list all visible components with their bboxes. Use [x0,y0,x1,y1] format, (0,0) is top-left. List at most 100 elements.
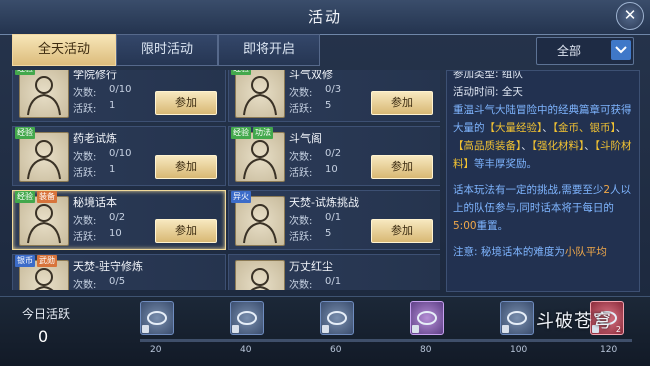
reward-exp: 【大量经验】 [484,122,543,134]
join-button[interactable]: 参加 [371,219,433,243]
activity-tags: 异火 [231,191,251,203]
activity-points-row: 活跃: 10 [73,228,122,243]
activity-tag: 经验 [15,70,35,75]
count-value: 0/10 [109,148,132,159]
description-tail: 等丰厚奖励。 [474,158,537,170]
reset-time: 5:00 [453,220,477,232]
tab-all-day[interactable]: 全天活动 [12,34,116,66]
close-button[interactable]: ✕ [616,2,644,30]
activity-card[interactable]: 万丈红尘 次数: 0/1 [228,254,440,290]
activity-tag: 经验 [15,191,35,203]
points-label: 活跃: [73,104,97,115]
count-label: 次数: [73,152,97,163]
tab-upcoming[interactable]: 即将开启 [218,34,320,66]
reward-chest[interactable] [230,301,264,335]
activity-points-row: 活跃: 5 [289,100,331,115]
daily-activity-bar: 今日活跃 0 20 40 60 80 100 2 120 斗破苍穹 [0,296,650,366]
activity-tag: 银币 [15,255,35,267]
activity-portrait [235,196,285,246]
activity-card[interactable]: 经验 药老试炼 次数: 0/10 活跃: 1 参加 [12,126,226,186]
points-label: 活跃: [73,232,97,243]
filter-selected: 全部 [556,44,581,58]
lock-icon [322,325,329,333]
activity-portrait [19,132,69,182]
activity-name: 药老试炼 [73,132,117,145]
count-label: 次数: [289,88,313,99]
join-button[interactable]: 参加 [155,91,217,115]
points-label: 活跃: [289,104,313,115]
activity-list[interactable]: 经验 学院修行 次数: 0/10 活跃: 1 参加 经验 斗气双修 次数: 0/3 活… [12,70,440,290]
milestone-label: 40 [240,345,252,355]
activity-card[interactable]: 经验 功法 斗气阁 次数: 0/2 活跃: 10 参加 [228,126,440,186]
points-label: 活跃: [289,168,313,179]
window-title: 活动 [307,8,342,26]
character-portrait-icon [243,204,277,244]
activity-portrait [235,70,285,118]
activity-name: 秘境话本 [73,196,117,209]
activity-tag: 功法 [253,127,273,139]
activity-card[interactable]: 经验 学院修行 次数: 0/10 活跃: 1 参加 [12,70,226,122]
activity-note: 注意: 秘境话本的难度为小队平均 [447,243,639,261]
count-value: 0/2 [109,212,126,223]
milestone-label: 80 [420,345,432,355]
participation-type: 参加类型: 组队 [453,70,523,80]
milestone-label: 120 [600,345,618,355]
reward-count: 2 [615,325,621,334]
count-label: 次数: [289,216,313,227]
join-button[interactable]: 参加 [155,155,217,179]
activity-card[interactable]: 经验 斗气双修 次数: 0/3 活跃: 5 参加 [228,70,440,122]
character-portrait-icon [243,76,277,116]
count-value: 0/1 [325,212,342,223]
reward-chest[interactable] [140,301,174,335]
count-value: 0/10 [109,84,132,95]
lock-icon [232,325,239,333]
game-logo: 斗破苍穹 [536,311,612,332]
reward-chest[interactable] [320,301,354,335]
points-value: 5 [325,100,332,111]
reward-chest[interactable] [410,301,444,335]
separator: 、 [542,122,553,134]
separator: 、 [584,140,595,152]
rule-text: 重置。 [476,220,509,232]
activity-count-row: 次数: 0/2 [73,212,125,227]
activity-count-row: 次数: 0/10 [73,84,131,99]
join-button[interactable]: 参加 [371,155,433,179]
filter-dropdown[interactable]: 全部 [536,37,634,65]
separator: 、 [521,140,532,152]
activity-tags: 经验 [15,70,35,75]
count-label: 次数: [289,280,313,290]
tab-limited-time[interactable]: 限时活动 [116,34,218,66]
reward-chest[interactable] [500,301,534,335]
close-icon: ✕ [623,6,637,24]
join-button[interactable]: 参加 [155,219,217,243]
activity-tag: 武勋 [37,255,57,267]
activity-rules: 话本玩法有一定的挑战,需要至少2人以上的队伍参与,同时话本将于每日的5:00重置… [447,181,639,235]
activity-card[interactable]: 经验 装备 秘境话本 次数: 0/2 活跃: 10 参加 [12,190,226,250]
character-portrait-icon [27,76,61,116]
chevron-down-icon[interactable] [611,40,631,60]
join-button[interactable]: 参加 [371,91,433,115]
points-value: 5 [325,228,332,239]
activity-detail-panel[interactable]: 参加类型: 组队 活动时间: 全天 重温斗气大陆冒险中的经典篇章可获得大量的【大… [446,70,640,292]
activity-tag: 异火 [231,191,251,203]
activity-tags: 经验 装备 [15,191,57,203]
reward-coins: 【金币、银币】 [552,122,616,134]
lock-icon [412,325,419,333]
activity-card[interactable]: 银币 武勋 天焚-驻守修炼 次数: 0/5 [12,254,226,290]
activity-tag: 经验 [231,127,251,139]
activity-name: 斗气阁 [289,132,322,145]
points-value: 10 [325,164,338,175]
count-label: 次数: [73,88,97,99]
lock-icon [502,325,509,333]
activity-tags: 经验 [15,127,35,139]
activity-tags: 经验 功法 [231,127,273,139]
activity-tag: 经验 [231,70,251,75]
activity-name: 斗气双修 [289,70,333,81]
activity-count-row: 次数: 0/5 [73,276,125,290]
activity-portrait [235,132,285,182]
activity-count-row: 次数: 0/10 [73,148,131,163]
count-value: 0/2 [325,148,342,159]
activity-tag: 装备 [37,191,57,203]
note-highlight: 小队平均 [564,246,607,258]
activity-card[interactable]: 异火 天焚-试炼挑战 次数: 0/1 活跃: 5 参加 [228,190,440,250]
